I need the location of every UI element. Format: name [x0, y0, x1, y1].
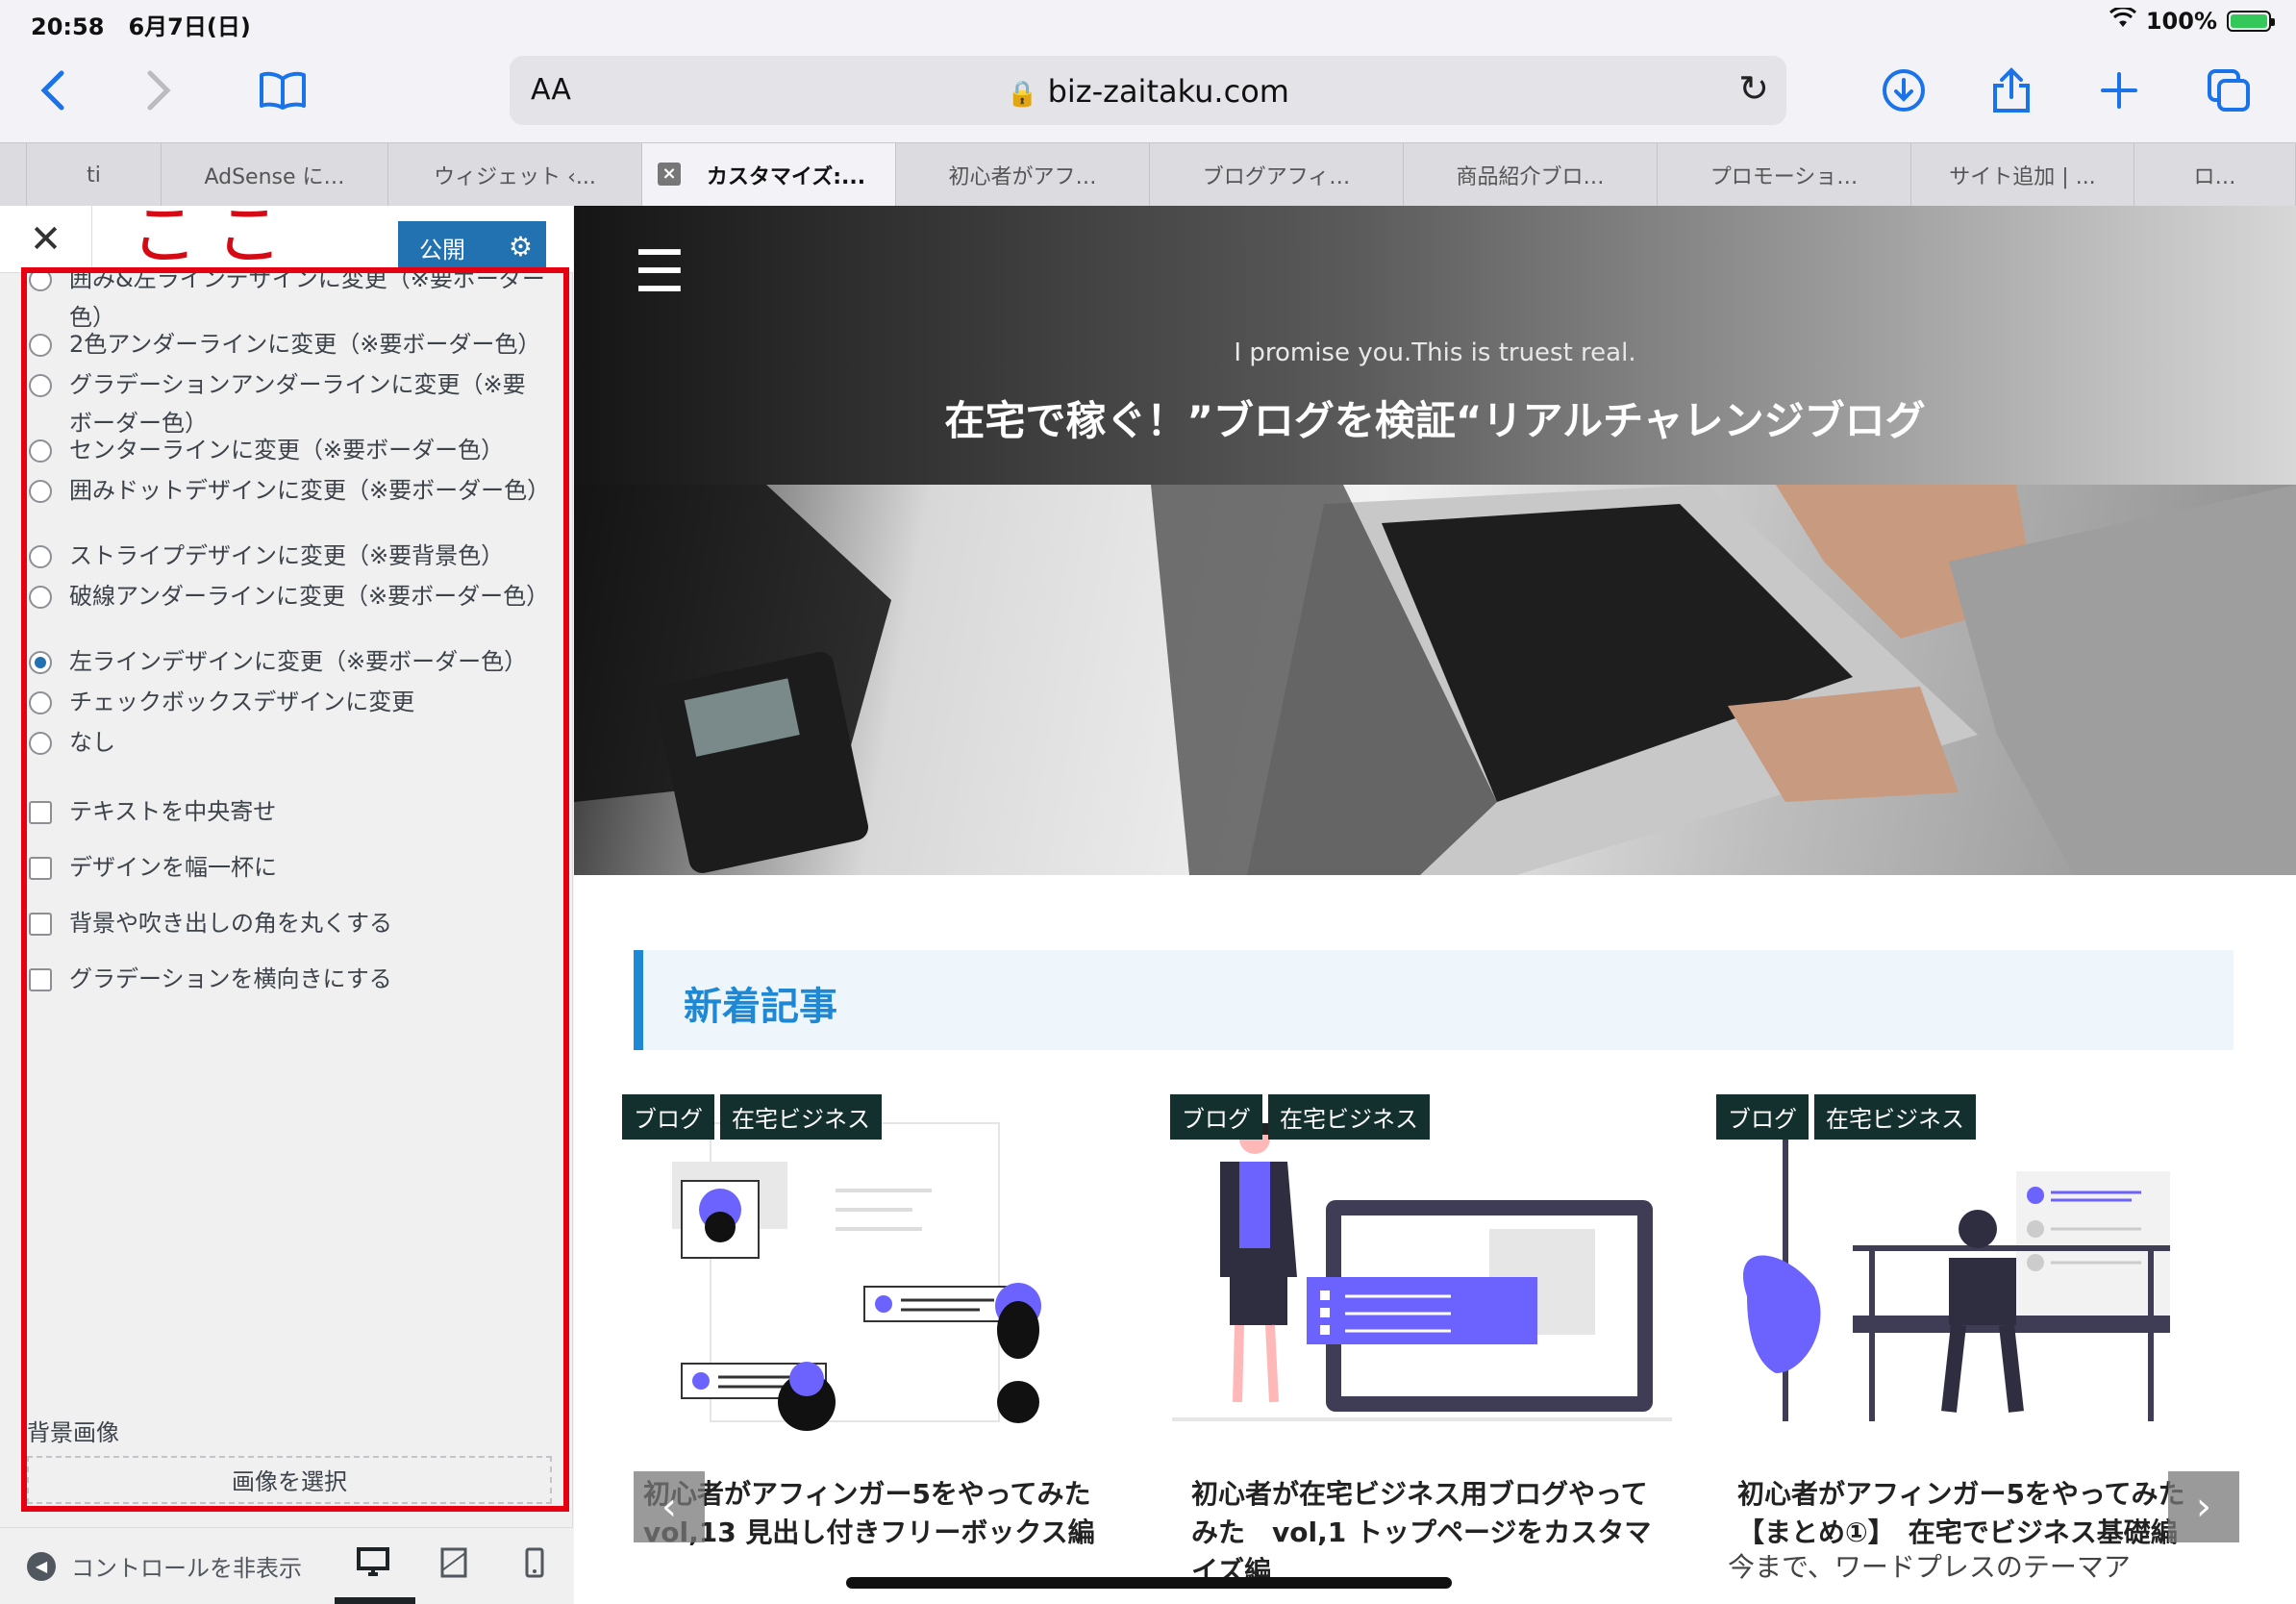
back-icon[interactable] [21, 60, 83, 121]
option-checkbox[interactable]: グラデーションを横向きにする [29, 960, 548, 998]
option-radio[interactable]: センターラインに変更（※要ボーダー色） [29, 431, 548, 469]
card-tags: ブログ 在宅ビジネス [1170, 1094, 1430, 1140]
radio-button[interactable] [29, 334, 52, 357]
radio-button[interactable] [29, 273, 52, 291]
option-radio[interactable]: 左ラインデザインに変更（※要ボーダー色） [29, 642, 548, 681]
desktop-preview-icon[interactable] [354, 1547, 392, 1584]
site-preview: ☰ I promise you.This is truest real. 在宅で… [574, 206, 2296, 1604]
share-icon[interactable] [1981, 60, 2042, 121]
status-time: 20:58 6月7日(日) [31, 13, 251, 40]
option-checkbox[interactable]: テキストを中央寄せ [29, 792, 548, 831]
home-indicator [846, 1577, 1452, 1589]
category-tag[interactable]: 在宅ビジネス [720, 1094, 882, 1140]
lock-icon: 🔒 [1007, 80, 1038, 109]
tablet-preview-icon[interactable] [435, 1547, 473, 1586]
article-title[interactable]: 初心者が在宅ビジネス用ブログやってみた vol,1 トップページをカスタマイズ編 [1191, 1475, 1672, 1591]
radio-button[interactable] [29, 545, 52, 568]
tab-item[interactable]: 商品紹介ブロ… [1404, 143, 1658, 207]
section-heading: 新着記事 [634, 950, 2234, 1050]
bg-image-label: 背景画像 [27, 1419, 119, 1446]
status-right: 100% [2109, 6, 2275, 35]
slider-next-icon[interactable]: › [2168, 1471, 2239, 1542]
customizer-options: 囲み&左ラインデザインに変更（※要ボーダー色） 2色アンダーラインに変更（※要ボ… [0, 273, 573, 1489]
battery-icon [2227, 11, 2275, 32]
close-icon[interactable]: ✕ [0, 206, 92, 273]
tab-item[interactable]: ロ… [2134, 143, 2296, 207]
site-tagline: I promise you.This is truest real. [1234, 338, 1636, 367]
battery-percent: 100% [2145, 8, 2217, 35]
download-icon[interactable] [1873, 60, 1934, 121]
card-tags: ブログ 在宅ビジネス [622, 1094, 882, 1140]
article-thumbnail[interactable] [1709, 1094, 2228, 1441]
tab-item[interactable]: ウィジェット ‹... [388, 143, 642, 207]
bookmarks-icon[interactable] [252, 60, 313, 121]
select-image-button[interactable]: 画像を選択 [27, 1456, 552, 1504]
customizer-panel: ✕ 公開 ⚙ 囲み&左ラインデザインに変更（※要ボーダー色） 2色アンダーライン… [0, 206, 573, 1604]
tab-close-icon[interactable]: × [658, 163, 681, 186]
browser-toolbar: AA 🔒 biz-zaitaku.com ↻ [0, 46, 2296, 142]
hide-controls-button[interactable]: ◀ コントロールを非表示 [27, 1549, 302, 1583]
tab-bar: ti AdSense に… ウィジェット ‹... × カスタマイズ:... 初… [0, 142, 2296, 207]
mobile-preview-icon[interactable] [515, 1547, 554, 1586]
tab-item[interactable]: サイト追加 | ... [1911, 143, 2134, 207]
category-tag[interactable]: 在宅ビジネス [1814, 1094, 1976, 1140]
option-checkbox[interactable]: デザインを幅一杯に [29, 848, 548, 887]
status-bar: 20:58 6月7日(日) 100% [0, 0, 2296, 46]
tab-item[interactable]: 初心者がアフ… [896, 143, 1150, 207]
slider-prev-icon[interactable]: ‹ [634, 1471, 705, 1542]
tab-edge[interactable] [0, 143, 27, 207]
option-checkbox[interactable]: 背景や吹き出しの角を丸くする [29, 904, 548, 942]
radio-button[interactable] [29, 732, 52, 755]
radio-button[interactable] [29, 439, 52, 463]
new-tab-icon[interactable] [2088, 60, 2150, 121]
publish-button[interactable]: 公開 ⚙ [398, 221, 546, 273]
site-title[interactable]: 在宅で稼ぐ！”ブログを検証“リアルチャレンジブログ [574, 388, 2296, 447]
tab-item[interactable]: プロモーショ… [1658, 143, 1911, 207]
checkbox[interactable] [29, 857, 52, 880]
option-radio[interactable]: なし [29, 723, 548, 762]
category-tag[interactable]: ブログ [1716, 1094, 1809, 1140]
article-title[interactable]: 初心者がアフィンガー5をやってみた vol,13 見出し付きフリーボックス編 [643, 1475, 1124, 1552]
option-radio[interactable]: チェックボックスデザインに変更 [29, 683, 548, 721]
category-tag[interactable]: ブログ [622, 1094, 714, 1140]
category-tag[interactable]: ブログ [1170, 1094, 1262, 1140]
forward-icon[interactable] [129, 60, 190, 121]
gear-icon[interactable]: ⚙ [509, 231, 533, 263]
wifi-icon [2109, 6, 2136, 35]
site-header: ☰ I promise you.This is truest real. 在宅で… [574, 206, 2296, 485]
article-excerpt: 今まで、ワードプレスのテーマア [1728, 1551, 2131, 1583]
tab-item[interactable]: ブログアフィ… [1150, 143, 1404, 207]
annotation-text: ここ [131, 195, 300, 274]
option-radio[interactable]: 2色アンダーラインに変更（※要ボーダー色） [29, 325, 548, 363]
collapse-icon[interactable]: ◀ [27, 1551, 56, 1581]
checkbox[interactable] [29, 968, 52, 991]
card-tags: ブログ 在宅ビジネス [1716, 1094, 1976, 1140]
tabs-overview-icon[interactable] [2198, 60, 2259, 121]
hamburger-menu-icon[interactable]: ☰ [634, 238, 686, 306]
radio-button[interactable] [29, 480, 52, 503]
active-device-indicator [335, 1597, 415, 1604]
radio-button-selected[interactable] [29, 651, 52, 674]
option-radio[interactable]: 囲みドットデザインに変更（※要ボーダー色） [29, 471, 550, 510]
reload-icon[interactable]: ↻ [1738, 67, 1769, 110]
category-tag[interactable]: 在宅ビジネス [1268, 1094, 1430, 1140]
article-thumbnail[interactable] [614, 1094, 1134, 1441]
radio-button[interactable] [29, 374, 52, 397]
option-radio[interactable]: 破線アンダーラインに変更（※要ボーダー色） [29, 577, 549, 615]
header-photo [574, 485, 2296, 875]
article-thumbnail[interactable] [1162, 1094, 1682, 1441]
radio-button[interactable] [29, 586, 52, 609]
address-bar[interactable]: AA 🔒 biz-zaitaku.com ↻ [510, 56, 1786, 125]
checkbox[interactable] [29, 913, 52, 936]
radio-button[interactable] [29, 691, 52, 714]
article-title[interactable]: 初心者がアフィンガー5をやってみた【まとめ①】 在宅でビジネス基礎編 [1737, 1475, 2218, 1552]
tab-active[interactable]: × カスタマイズ:... [642, 143, 896, 207]
option-radio[interactable]: ストライプデザインに変更（※要背景色） [29, 537, 548, 575]
customizer-footer: ◀ コントロールを非表示 [0, 1527, 573, 1604]
checkbox[interactable] [29, 801, 52, 824]
url-text[interactable]: 🔒 biz-zaitaku.com [510, 73, 1786, 110]
